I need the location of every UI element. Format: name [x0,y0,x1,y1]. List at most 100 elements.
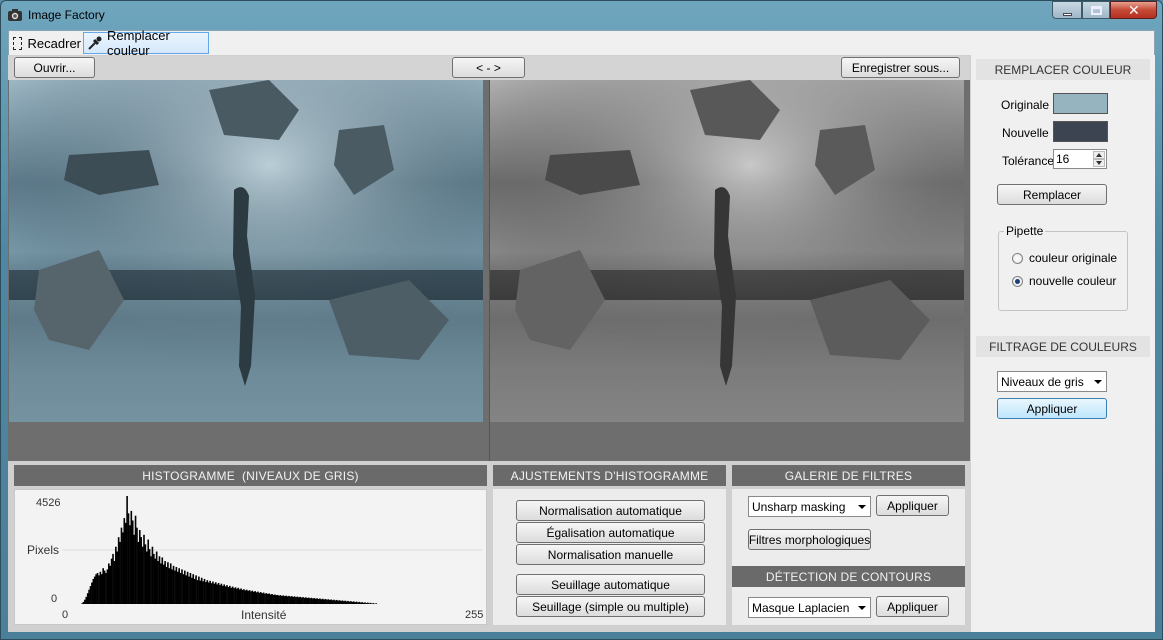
original-color-swatch[interactable] [1053,93,1108,114]
histogram-bar [338,600,341,604]
close-button[interactable]: ✕ [1110,1,1157,19]
histogram-bar [168,568,171,604]
histogram-bar [345,601,348,604]
histogram-bar [343,601,345,604]
histogram-bar [82,601,85,604]
histogram-bar [127,513,130,604]
histogram-bar [165,567,168,604]
histogram-bar [257,591,259,604]
histogram-bar [271,593,273,604]
histogram-bar [120,527,123,604]
save-as-button[interactable]: Enregistrer sous... [841,57,960,78]
histogram-bar [93,576,96,604]
histogram-bar [115,546,117,604]
edge-apply-button[interactable]: Appliquer [876,596,949,617]
color-filter-apply-button[interactable]: Appliquer [997,398,1107,419]
histogram-bar [164,561,166,604]
histogram-bar [220,583,223,604]
maximize-button[interactable] [1082,1,1110,19]
histogram-bar [84,599,86,604]
histogram-bar [105,572,107,604]
swap-images-button[interactable]: < - > [452,57,525,78]
histogram-bar [305,597,307,604]
replace-color-tool-button[interactable]: Remplacer couleur [83,28,209,58]
histogram-bar [95,574,97,604]
histogram-bar [209,580,211,604]
histogram-bar [124,522,127,604]
histogram-bar [176,571,179,604]
histogram-bar [100,574,103,604]
edge-mask-select[interactable]: Masque Laplacien [748,597,871,618]
stepper-up-icon[interactable] [1093,151,1105,159]
stepper-down-icon[interactable] [1093,159,1105,167]
replace-button[interactable]: Remplacer [997,184,1107,205]
histogram-bar [319,598,321,604]
histogram-bar [281,595,283,604]
histogram-bar [202,581,204,604]
minimize-button[interactable] [1052,1,1082,19]
histogram-bar [238,589,241,604]
manual-normalize-button[interactable]: Normalisation manuelle [516,544,705,565]
histogram-bar [358,601,361,604]
filter-select[interactable]: Unsharp masking [748,496,871,517]
histogram-bar [316,598,318,604]
histogram-xlabel: Intensité [241,608,287,622]
histogram-bar [321,598,324,604]
auto-threshold-button[interactable]: Seuillage automatique [516,574,705,595]
radio-new-color-label[interactable]: nouvelle couleur [1029,274,1116,288]
histogram-bar [327,599,330,604]
edge-mask-select-value: Masque Laplacien [752,600,850,615]
histogram-bar [91,582,93,604]
histogram-bar [331,600,334,604]
window-title: Image Factory [28,8,105,22]
original-image[interactable] [9,80,483,422]
color-filter-select[interactable]: Niveaux de gris [997,371,1107,392]
histogram-bar [178,568,180,604]
crop-tool-label: Recadrer [27,35,81,51]
radio-original-color[interactable] [1012,253,1023,264]
histogram-bar [119,541,121,604]
result-image[interactable] [490,80,964,422]
open-button[interactable]: Ouvrir... [14,57,95,78]
histogram-bar [210,583,213,604]
new-color-swatch[interactable] [1053,121,1108,142]
histogram-bar [134,515,137,604]
histogram-bar [237,587,240,604]
toolbar: Recadrer Remplacer couleur [9,28,1154,58]
radio-new-color[interactable] [1012,276,1023,287]
histogram-bar [137,541,140,604]
tolerance-stepper[interactable]: 16 [1053,149,1107,169]
histogram-bar [365,603,368,604]
histogram-bar [275,595,278,604]
dashed-selection-icon [13,36,22,50]
histogram-bar [130,510,133,604]
tolerance-label: Tolérance [1002,154,1055,168]
histogram-bar [161,557,164,604]
histogram-bar [172,565,175,604]
histogram-bar [364,602,366,604]
histogram-bar [323,599,325,604]
histogram-bar [113,561,116,604]
histogram-bar [154,558,157,604]
radio-original-color-label[interactable]: couleur originale [1029,251,1117,265]
histogram-bar [200,577,203,604]
histogram-bar [229,585,231,604]
histogram-bar [182,574,185,604]
threshold-button[interactable]: Seuillage (simple ou multiple) [516,596,705,617]
crop-tool-button[interactable]: Recadrer [11,33,81,53]
auto-normalize-button[interactable]: Normalisation automatique [516,500,705,521]
morphological-filters-button[interactable]: Filtres morphologiques [748,529,871,550]
histogram-bar [286,596,289,604]
histogram-bar [141,546,144,604]
filter-apply-button[interactable]: Appliquer [876,495,949,516]
histogram-bar [224,586,227,604]
histogram-bar [288,595,290,604]
histogram-bar [299,596,302,604]
histogram-bar [162,564,165,604]
filter-gallery-header: GALERIE DE FILTRES [732,465,965,486]
auto-equalize-button[interactable]: Égalisation automatique [516,522,705,543]
histogram-bar [223,584,226,604]
eyedropper-icon [87,35,103,51]
histogram-bar [117,537,120,604]
histogram-bar [112,553,114,604]
